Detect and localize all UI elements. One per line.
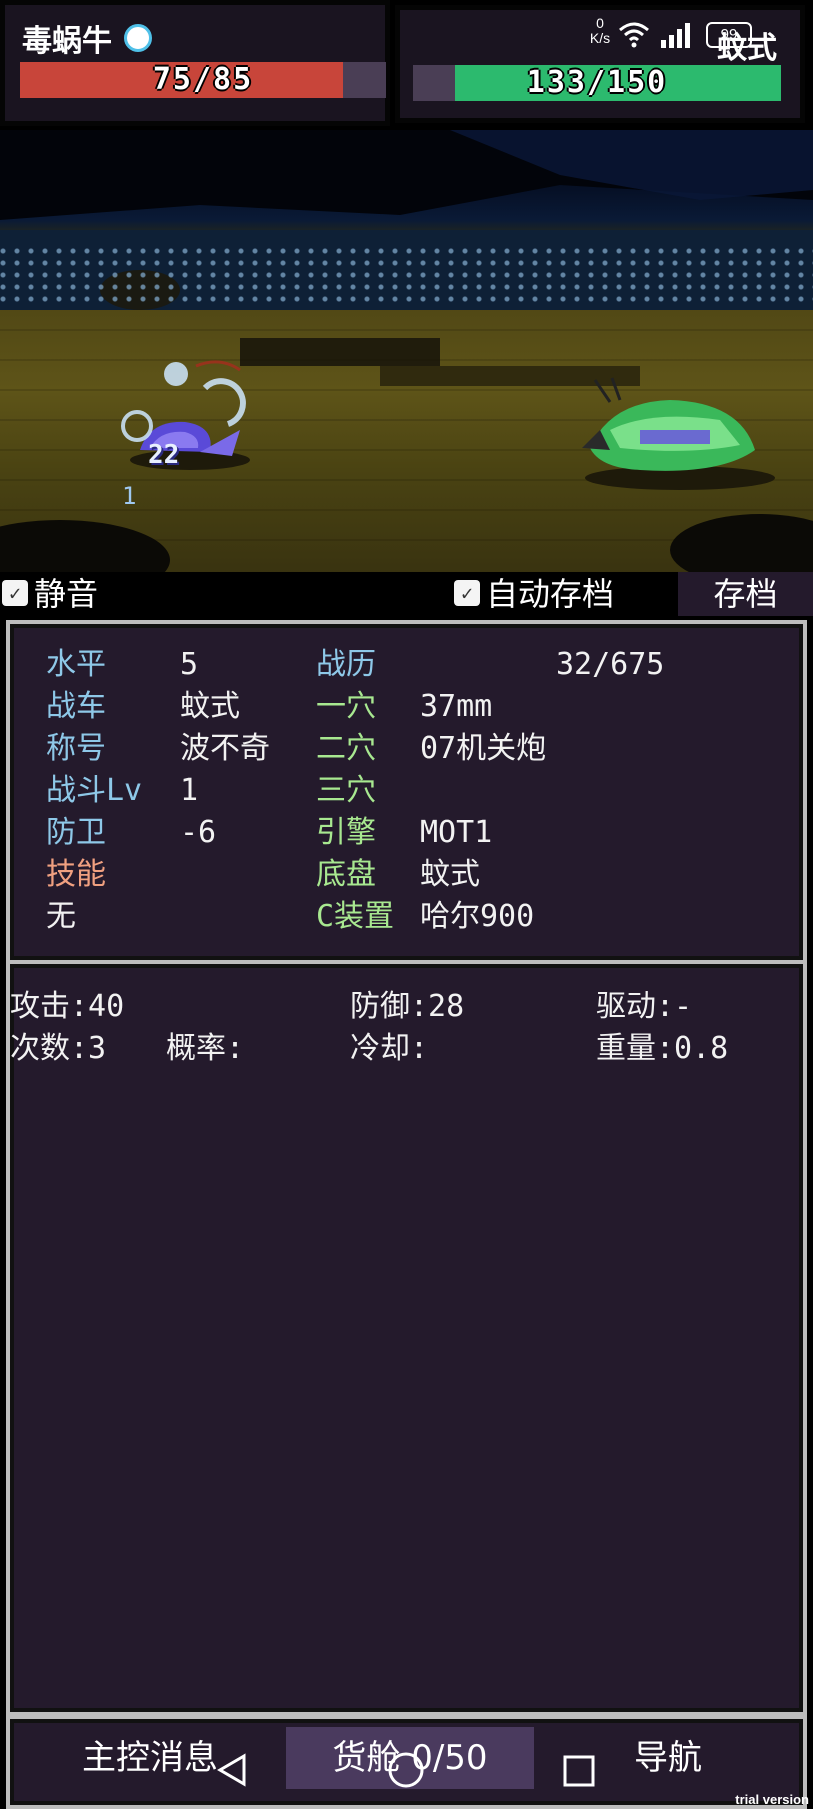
title-value: 波不奇 — [180, 731, 270, 766]
count-stat: 次数:3 — [10, 1031, 107, 1066]
level-value: 5 — [180, 647, 199, 682]
probability-stat: 概率: — [166, 1031, 245, 1066]
level-label: 水平 — [46, 647, 106, 682]
vehicle-stats-panel: 水平 5 战车 蚊式 称号 波不奇 战斗Lv 1 防卫 -6 技能 无 战历 3… — [6, 620, 807, 964]
player-hp-bar: 75/85 — [20, 62, 386, 98]
home-icon[interactable] — [386, 1750, 426, 1794]
autosave-checkbox[interactable]: ✓ — [454, 580, 480, 606]
enemy-tank-sprite — [582, 377, 775, 490]
slot2-value: 07机关炮 — [420, 731, 547, 766]
tank-value: 蚊式 — [180, 689, 240, 724]
slot1-value: 37mm — [420, 689, 493, 724]
attack-stat: 攻击:40 — [10, 989, 125, 1024]
hit-number: 1 — [122, 482, 137, 510]
battle-lv-value: 1 — [180, 773, 199, 808]
battery-icon: 99 — [706, 22, 752, 48]
autosave-label[interactable]: 自动存档 — [486, 572, 614, 616]
enemy-hp-bar: 133/150 — [413, 65, 781, 101]
player-name: 毒蜗牛 — [22, 24, 112, 59]
battle-record-value: 32/675 — [556, 647, 665, 682]
recents-icon[interactable] — [562, 1754, 596, 1792]
player-hp-panel: 毒蜗牛 75/85 — [0, 0, 390, 126]
options-row: ✓ 静音 ✓ 自动存档 存档 — [0, 572, 813, 616]
save-button[interactable]: 存档 — [678, 572, 813, 616]
weight-stat: 重量:0.8 — [596, 1031, 729, 1066]
battle-scene: 22 1 — [0, 130, 813, 580]
title-label: 称号 — [46, 731, 106, 766]
weapon-detail-panel: 攻击:40 防御:28 驱动:- 次数:3 概率: 冷却: 重量:0.8 — [6, 960, 807, 1716]
chassis-value: 蚊式 — [420, 857, 480, 892]
battle-lv-label: 战斗Lv — [46, 773, 143, 808]
c-device-value: 哈尔900 — [420, 899, 535, 934]
mute-checkbox[interactable]: ✓ — [2, 580, 28, 606]
defense-stat: 防御:28 — [350, 989, 465, 1024]
engine-label: 引擎 — [316, 815, 376, 850]
slot1-label: 一穴 — [316, 689, 376, 724]
ground-texture — [0, 248, 813, 308]
skill-label: 技能 — [46, 857, 106, 892]
mute-label[interactable]: 静音 — [34, 572, 98, 616]
watermark: trial version — [735, 1792, 809, 1807]
back-icon[interactable] — [214, 1752, 250, 1792]
enemy-hp-text: 133/150 — [526, 65, 668, 100]
player-hp-text: 75/85 — [152, 62, 254, 97]
battle-record-label: 战历 — [316, 647, 376, 682]
damage-number: 22 — [148, 440, 180, 470]
cooldown-stat: 冷却: — [350, 1031, 429, 1066]
c-device-label: C装置 — [316, 899, 395, 934]
slot2-label: 二穴 — [316, 731, 376, 766]
tank-label: 战车 — [46, 689, 106, 724]
defense-value: -6 — [180, 815, 217, 850]
record-icon — [124, 24, 152, 52]
engine-value: MOT1 — [420, 815, 493, 850]
wifi-icon — [618, 20, 650, 52]
chassis-label: 底盘 — [316, 857, 376, 892]
network-speed: 0 K/s — [589, 15, 611, 46]
skill-value: 无 — [46, 899, 76, 934]
defense-label: 防卫 — [46, 815, 106, 850]
drive-stat: 驱动:- — [596, 989, 693, 1024]
slot3-label: 三穴 — [316, 773, 376, 808]
signal-icon — [660, 22, 694, 52]
